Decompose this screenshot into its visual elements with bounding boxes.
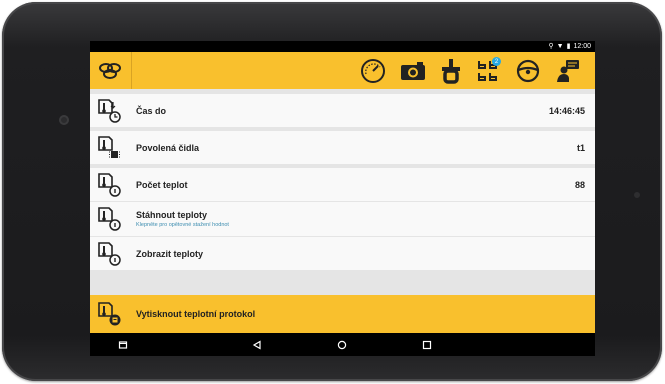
driver-message-icon[interactable] xyxy=(553,56,583,86)
setting-value: t1 xyxy=(576,143,585,153)
camera-icon[interactable] xyxy=(398,56,428,86)
app-toolbar: 2 xyxy=(90,52,595,89)
setting-label: Povolená čidla xyxy=(136,143,200,153)
thermometer-info-icon xyxy=(96,206,122,232)
setting-label: Čas do xyxy=(136,106,167,116)
front-camera xyxy=(59,115,69,125)
setting-value: 14:46:45 xyxy=(548,106,585,116)
vehicles-badge: 2 xyxy=(492,57,501,66)
tachograph-icon[interactable] xyxy=(436,56,466,86)
setting-row-allowed-sensors[interactable]: Povolená čidla t1 xyxy=(90,131,595,164)
steering-wheel-icon[interactable] xyxy=(513,56,543,86)
status-time: 12:00 xyxy=(573,43,591,50)
vehicles-icon[interactable]: 2 xyxy=(474,56,504,86)
overview-icon[interactable] xyxy=(420,338,434,352)
thermometer-chip-icon xyxy=(96,135,122,161)
thermometer-clock-icon xyxy=(96,98,122,124)
app-screen: ⚲ ▼ ▮ 12:00 2 Čas do 14:46:45 Povolená č… xyxy=(90,41,595,356)
setting-label: Stáhnout teploty xyxy=(136,210,207,220)
speedometer-icon[interactable] xyxy=(358,56,388,86)
brand-logo-icon[interactable] xyxy=(98,61,122,81)
setting-subtitle: Klepněte pro opětovné stažení hodnot xyxy=(136,222,229,228)
setting-row-show-temperatures[interactable]: Zobrazit teploty xyxy=(90,237,595,270)
setting-row-print-temperature-protocol[interactable]: Vytisknout teplotní protokol xyxy=(90,295,595,333)
system-nav-bar xyxy=(90,333,595,356)
toolbar-divider xyxy=(131,52,132,89)
setting-row-download-temperatures[interactable]: Stáhnout teploty Klepněte pro opětovné s… xyxy=(90,202,595,236)
back-icon[interactable] xyxy=(250,338,264,352)
tablet-device: ⚲ ▼ ▮ 12:00 2 Čas do 14:46:45 Povolená č… xyxy=(2,2,662,381)
setting-row-time-until[interactable]: Čas do 14:46:45 xyxy=(90,94,595,127)
thermometer-info-icon xyxy=(96,241,122,267)
battery-icon: ▮ xyxy=(566,43,571,50)
setting-label: Zobrazit teploty xyxy=(136,249,203,259)
home-icon[interactable] xyxy=(335,338,349,352)
setting-value: 88 xyxy=(574,180,585,190)
location-icon: ⚲ xyxy=(548,43,554,50)
setting-label: Vytisknout teplotní protokol xyxy=(136,309,256,319)
setting-label: Počet teplot xyxy=(136,180,188,190)
recents-icon[interactable] xyxy=(116,338,130,352)
wifi-icon: ▼ xyxy=(556,43,564,50)
thermometer-print-icon xyxy=(96,301,122,327)
setting-row-temperature-count[interactable]: Počet teplot 88 xyxy=(90,168,595,201)
sensor xyxy=(634,192,640,198)
thermometer-info-icon xyxy=(96,172,122,198)
status-bar: ⚲ ▼ ▮ 12:00 xyxy=(90,41,595,52)
